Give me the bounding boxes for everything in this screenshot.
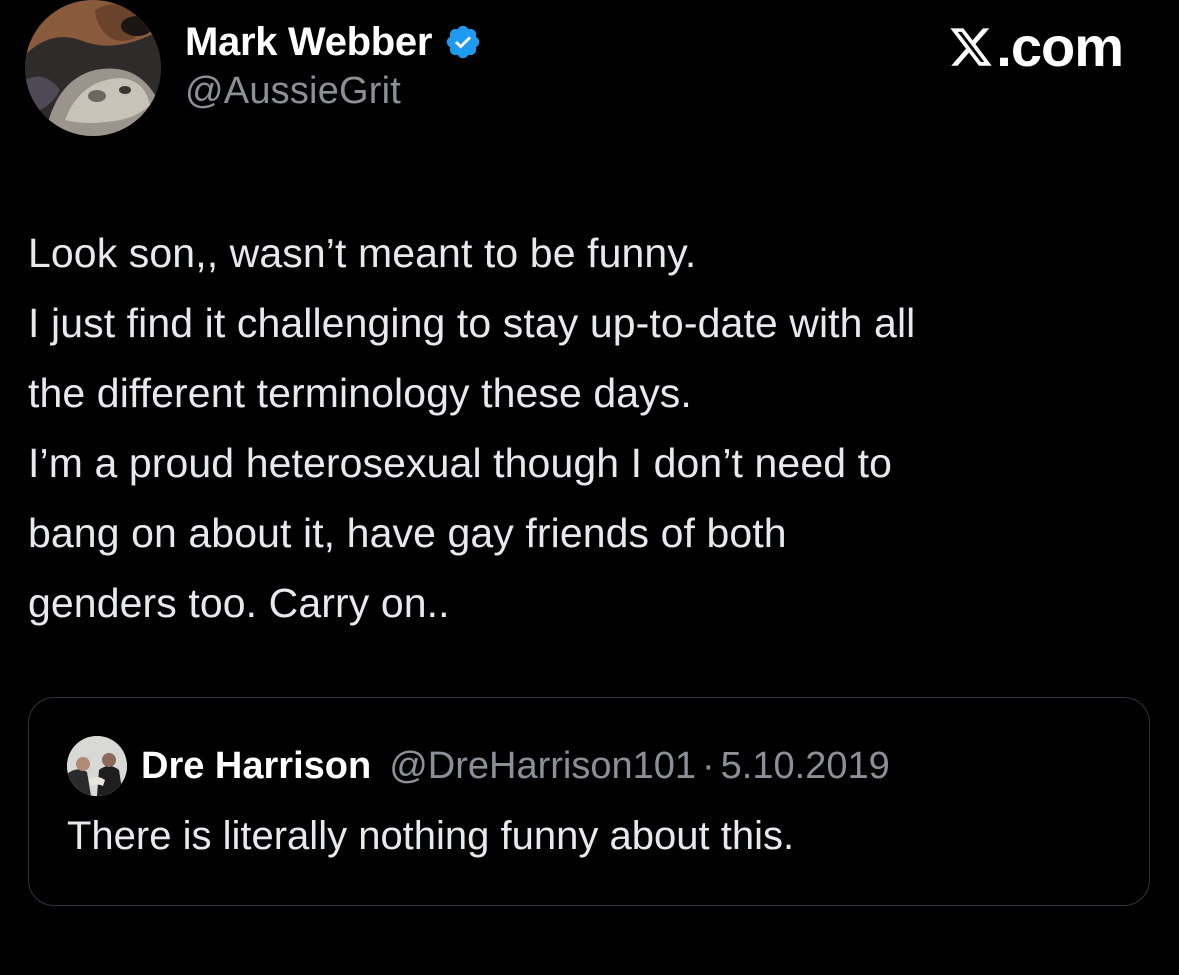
author-block: Mark Webber @AussieGrit [185, 18, 482, 113]
tweet-text: Look son,, wasn’t meant to be funny. I j… [28, 218, 1158, 638]
tweet-header: Mark Webber @AussieGrit .com [0, 0, 1179, 160]
quoted-separator: · [702, 744, 715, 787]
tweet-line: genders too. Carry on.. [28, 580, 450, 626]
quoted-tweet-card[interactable]: Dre Harrison @DreHarrison101 · 5.10.2019… [28, 697, 1150, 906]
quoted-author-handle[interactable]: @DreHarrison101 [389, 745, 696, 788]
author-display-name[interactable]: Mark Webber [185, 20, 432, 65]
tweet-line: I just find it challenging to stay up-to… [28, 300, 916, 346]
quoted-tweet-text: There is literally nothing funny about t… [67, 814, 795, 858]
verified-badge-icon [444, 23, 482, 61]
quoted-author-name[interactable]: Dre Harrison [141, 745, 371, 788]
author-name-row: Mark Webber [185, 18, 482, 66]
site-brand-domain: .com [996, 15, 1124, 78]
author-avatar-image [25, 0, 161, 136]
tweet-line: the different terminology these days. [28, 370, 692, 416]
site-brand: .com [948, 14, 1124, 79]
tweet-line: Look son,, wasn’t meant to be funny. [28, 230, 697, 276]
author-handle[interactable]: @AussieGrit [185, 70, 482, 113]
quoted-date[interactable]: 5.10.2019 [721, 745, 890, 788]
tweet-line: bang on about it, have gay friends of bo… [28, 510, 787, 556]
author-avatar[interactable] [25, 0, 161, 136]
x-logo-icon [950, 27, 993, 66]
tweet-line: I’m a proud heterosexual though I don’t … [28, 440, 893, 486]
quoted-tweet-header: Dre Harrison @DreHarrison101 · 5.10.2019 [67, 736, 890, 796]
quoted-author-avatar[interactable] [67, 736, 127, 796]
quoted-author-avatar-image [67, 736, 127, 796]
